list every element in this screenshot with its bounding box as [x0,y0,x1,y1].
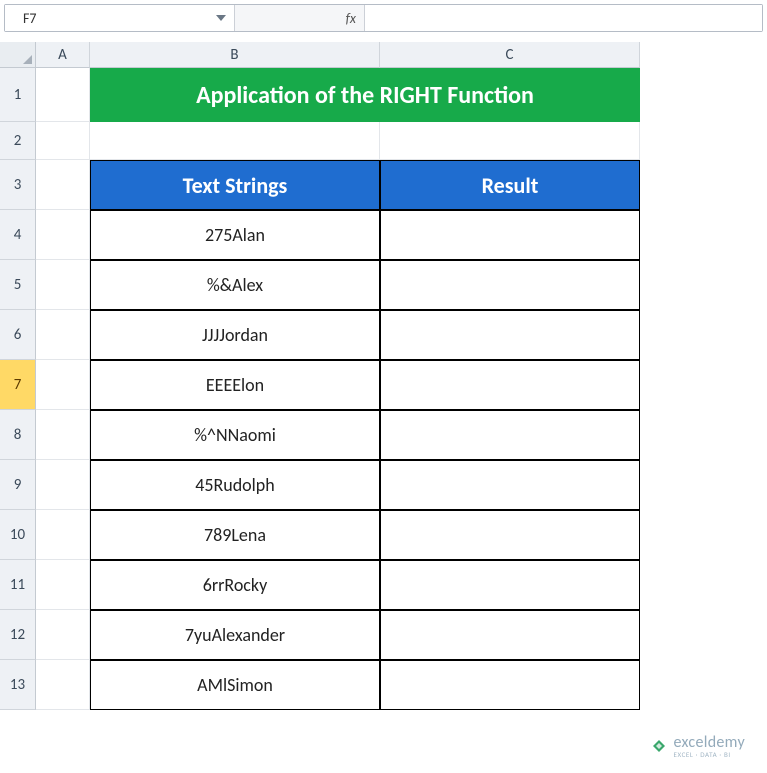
cell-B5[interactable]: %&Alex [90,260,380,310]
header-result[interactable]: Result [380,160,640,210]
cell-A1[interactable] [36,68,90,122]
watermark: exceldemy EXCEL · DATA · BI [650,733,745,759]
cell-B11[interactable]: 6rrRocky [90,560,380,610]
grid-row-5: %&Alex [36,260,767,310]
row-header-3[interactable]: 3 [0,160,36,210]
grid-row-6: JJJJordan [36,310,767,360]
sheet-area: ABC 12345678910111213 Application of the… [0,42,767,710]
grid-row-10: 789Lena [36,510,767,560]
row-header-6[interactable]: 6 [0,310,36,360]
row-header-13[interactable]: 13 [0,660,36,710]
title-cell[interactable]: Application of the RIGHT Function [90,68,640,122]
row-header-2[interactable]: 2 [0,122,36,160]
grid-row-4: 275Alan [36,210,767,260]
fx-button[interactable]: fx [235,5,365,31]
cell-A12[interactable] [36,610,90,660]
watermark-logo-icon [650,737,668,755]
column-headers: ABC [36,42,767,68]
cell-A10[interactable] [36,510,90,560]
row-header-4[interactable]: 4 [0,210,36,260]
fx-label: fx [346,10,356,27]
formula-bar: F7 fx [4,4,763,32]
cell-A6[interactable] [36,310,90,360]
cell-C8[interactable] [380,410,640,460]
cell-A7[interactable] [36,360,90,410]
column-header-C[interactable]: C [380,42,640,68]
row-header-10[interactable]: 10 [0,510,36,560]
cell-C11[interactable] [380,560,640,610]
cell-A5[interactable] [36,260,90,310]
cell-A3[interactable] [36,160,90,210]
row-header-12[interactable]: 12 [0,610,36,660]
cell-C5[interactable] [380,260,640,310]
row-header-9[interactable]: 9 [0,460,36,510]
column-header-A[interactable]: A [36,42,90,68]
cell-B4[interactable]: 275Alan [90,210,380,260]
cell-A4[interactable] [36,210,90,260]
row-header-5[interactable]: 5 [0,260,36,310]
grid-row-9: 45Rudolph [36,460,767,510]
name-box-dropdown-icon[interactable] [214,11,228,25]
cell-A13[interactable] [36,660,90,710]
cell-B2[interactable] [90,122,380,160]
formula-input[interactable] [365,5,762,31]
grid-row-13: AMlSimon [36,660,767,710]
cell-A9[interactable] [36,460,90,510]
cell-B7[interactable]: EEEElon [90,360,380,410]
grid-row-3: Text StringsResult [36,160,767,210]
cell-A11[interactable] [36,560,90,610]
select-all-corner[interactable] [0,42,36,68]
grid-row-8: %^NNaomi [36,410,767,460]
cell-B9[interactable]: 45Rudolph [90,460,380,510]
grid-row-7: EEEElon [36,360,767,410]
header-text-strings[interactable]: Text Strings [90,160,380,210]
grid-row-1: Application of the RIGHT Function [36,68,767,122]
cell-C4[interactable] [380,210,640,260]
grid: Application of the RIGHT Function Text St… [36,68,767,710]
name-box-value: F7 [5,10,37,27]
row-header-8[interactable]: 8 [0,410,36,460]
cell-C6[interactable] [380,310,640,360]
cell-B6[interactable]: JJJJordan [90,310,380,360]
row-header-7[interactable]: 7 [0,360,36,410]
cell-B10[interactable]: 789Lena [90,510,380,560]
cell-C10[interactable] [380,510,640,560]
cell-C2[interactable] [380,122,640,160]
grid-row-12: 7yuAlexander [36,610,767,660]
cell-B13[interactable]: AMlSimon [90,660,380,710]
grid-row-11: 6rrRocky [36,560,767,610]
column-header-B[interactable]: B [90,42,380,68]
cell-A8[interactable] [36,410,90,460]
cell-B8[interactable]: %^NNaomi [90,410,380,460]
cell-A2[interactable] [36,122,90,160]
grid-row-2 [36,122,767,160]
name-box[interactable]: F7 [5,5,235,31]
cell-C9[interactable] [380,460,640,510]
row-headers: 12345678910111213 [0,68,36,710]
cell-C13[interactable] [380,660,640,710]
cell-C12[interactable] [380,610,640,660]
row-header-11[interactable]: 11 [0,560,36,610]
cell-C7[interactable] [380,360,640,410]
cell-B12[interactable]: 7yuAlexander [90,610,380,660]
row-header-1[interactable]: 1 [0,68,36,122]
